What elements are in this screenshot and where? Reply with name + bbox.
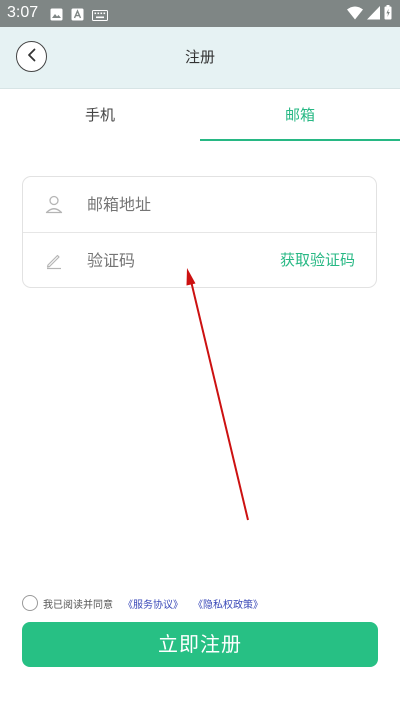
code-row: 获取验证码 [23, 233, 376, 288]
tabs: 手机 邮箱 [0, 89, 400, 142]
get-code-button[interactable]: 获取验证码 [280, 233, 355, 288]
battery-icon [384, 5, 392, 24]
keyboard-icon [92, 6, 108, 25]
tab-email[interactable]: 邮箱 [200, 89, 400, 142]
privacy-policy-link[interactable]: 《隐私权政策》 [193, 596, 263, 611]
email-row [23, 177, 376, 233]
status-time: 3:07 [7, 4, 39, 21]
email-field[interactable] [87, 177, 357, 232]
signal-icon [367, 5, 380, 24]
agreement: 我已阅读并同意 《服务协议》 《隐私权政策》 [22, 594, 273, 612]
pencil-icon [44, 250, 64, 270]
register-button[interactable]: 立即注册 [22, 622, 378, 667]
tab-active-indicator [200, 139, 400, 141]
tab-phone[interactable]: 手机 [0, 89, 200, 142]
service-agreement-link[interactable]: 《服务协议》 [123, 596, 183, 611]
a-icon [71, 6, 84, 25]
agree-text: 我已阅读并同意 [43, 599, 113, 611]
verification-code-field[interactable] [87, 233, 257, 288]
register-form: 获取验证码 [22, 176, 377, 288]
agree-checkbox[interactable] [22, 595, 38, 611]
app-header: 注册 [0, 27, 400, 89]
image-icon [50, 6, 63, 25]
status-icons-right [347, 5, 392, 24]
page-title: 注册 [184, 48, 215, 66]
wifi-icon [347, 5, 363, 24]
person-icon [44, 194, 64, 214]
status-bar: 3:07 [0, 0, 400, 27]
status-icons-left [50, 6, 108, 25]
